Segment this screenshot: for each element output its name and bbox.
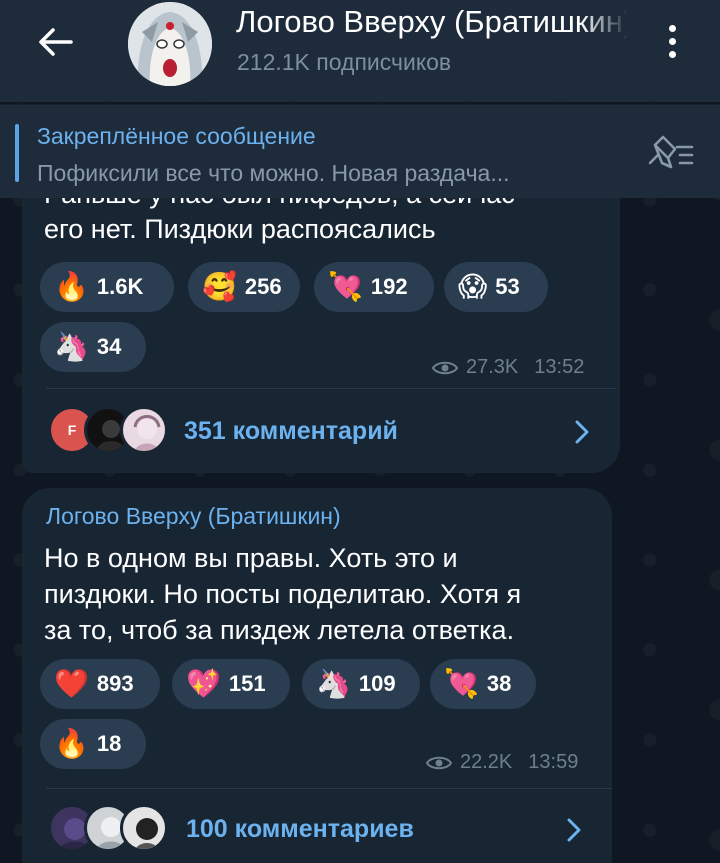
scream-icon: 😱 [458, 270, 488, 303]
sparkle-heart-icon: 💖 [186, 667, 221, 700]
fire-icon: 🔥 [54, 727, 89, 760]
pinned-text: Пофиксили все что можно. Новая раздача..… [37, 160, 510, 186]
commenter-avatar [120, 406, 168, 454]
view-count: 22.2K [460, 751, 513, 773]
heart-arrow-icon: 💘 [444, 667, 479, 700]
comments-button[interactable]: F 351 комментарий [22, 390, 620, 472]
more-menu-button[interactable] [650, 16, 694, 66]
chevron-right-icon [575, 420, 589, 444]
message-author[interactable]: Логово Вверху (Братишкин) [46, 503, 341, 530]
dot-icon [668, 37, 676, 45]
smiling-hearts-icon: 🥰 [202, 270, 237, 303]
message-text-line: Но в одном вы правы. Хоть это и [44, 543, 458, 573]
commenter-avatar [120, 804, 168, 852]
message-text: его нет. Пиздюки распоясались [44, 214, 436, 244]
reaction-fire[interactable]: 🔥 18 [40, 719, 146, 769]
unicorn-icon: 🦄 [54, 330, 89, 363]
dot-icon [668, 50, 676, 58]
back-button[interactable] [30, 22, 80, 62]
chat-header: Логово Вверху (Братишкин) 212.1K подписч… [0, 0, 720, 102]
pinned-indicator [15, 124, 19, 182]
arrow-left-icon [39, 28, 73, 56]
reaction-smiling-hearts[interactable]: 🥰 256 [188, 262, 300, 312]
message-text-partial: Раньше у нас был нифедов, а сейчас [44, 198, 584, 212]
eye-icon [432, 361, 458, 374]
reaction-heart-arrow[interactable]: 💘 192 [314, 262, 434, 312]
reaction-heart-arrow[interactable]: 💘 38 [430, 659, 536, 709]
message-time: 13:52 [534, 356, 585, 378]
message-time: 13:59 [528, 751, 579, 773]
view-count: 27.3K [466, 356, 519, 378]
message-meta: 22.2K 13:59 [426, 751, 578, 774]
channel-avatar[interactable] [128, 2, 212, 86]
heart-icon: ❤️ [54, 667, 89, 700]
pinned-title: Закреплённое сообщение [37, 123, 316, 149]
reaction-sparkle-heart[interactable]: 💖 151 [172, 659, 290, 709]
pinned-message-bar[interactable]: Закреплённое сообщение Пофиксили все что… [0, 104, 720, 198]
comments-count: 100 комментариев [186, 815, 414, 843]
reaction-unicorn[interactable]: 🦄 34 [40, 322, 146, 372]
message-text-line: за то, чтоб за пиздеж летела ответка. [44, 615, 515, 645]
subscriber-count: 212.1K подписчиков [237, 49, 452, 75]
fire-icon: 🔥 [54, 270, 89, 303]
comments-count: 351 комментарий [184, 417, 398, 445]
message-meta: 27.3K 13:52 [432, 356, 584, 379]
divider [46, 788, 612, 789]
comments-button[interactable]: 100 комментариев [22, 790, 612, 863]
heart-arrow-icon: 💘 [328, 270, 363, 303]
eye-icon [426, 756, 452, 769]
reaction-fire[interactable]: 🔥 1.6K [40, 262, 174, 312]
channel-title[interactable]: Логово Вверху (Братишкин) [236, 4, 628, 40]
chevron-right-icon [567, 818, 581, 842]
divider [46, 388, 616, 389]
dot-icon [668, 24, 676, 32]
reaction-scream[interactable]: 😱 53 [444, 262, 548, 312]
unicorn-icon: 🦄 [316, 667, 351, 700]
reaction-heart[interactable]: ❤️ 893 [40, 659, 160, 709]
message-text-line: пиздюки. Но посты поделитаю. Хотя я [44, 579, 522, 609]
pin-list-icon[interactable] [644, 133, 698, 173]
reaction-unicorn[interactable]: 🦄 109 [302, 659, 420, 709]
